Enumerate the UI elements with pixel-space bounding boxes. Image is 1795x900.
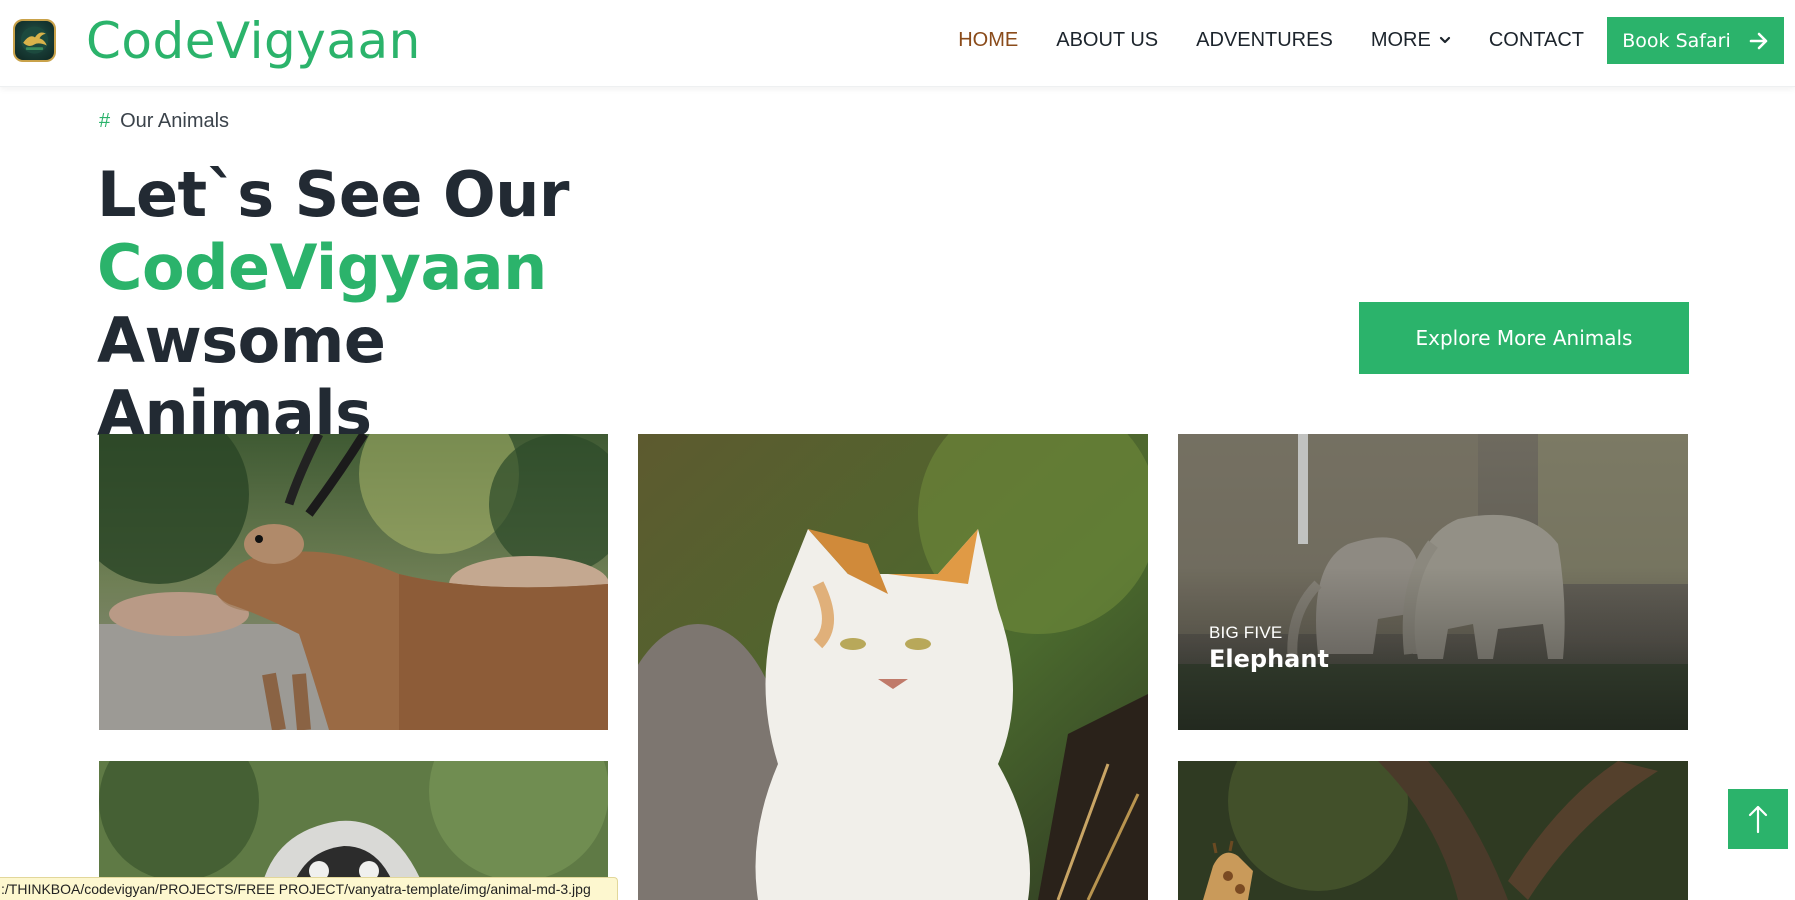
explore-more-animals-button[interactable]: Explore More Animals [1359,302,1689,374]
book-safari-label: Book Safari [1622,29,1731,52]
card-title: Elephant [1209,645,1329,673]
headline-part2: Awsome [97,304,386,377]
animal-card-antelope[interactable] [99,434,608,730]
nav-adventures[interactable]: ADVENTURES [1196,22,1333,58]
animal-card-cat[interactable] [638,434,1148,900]
headline-accent: CodeVigyaan [97,231,547,304]
antelope-photo [99,434,608,730]
nav-adventures-label: ADVENTURES [1196,29,1333,51]
elephant-caption: BIG FIVE Elephant [1209,623,1329,673]
arrow-up-icon [1748,805,1768,834]
eyebrow-text: Our Animals [120,110,230,132]
giraffe-photo [1178,761,1688,900]
main-nav: HOME ABOUT US ADVENTURES MORE CONTACT [920,22,1584,58]
safari-logo-icon[interactable] [13,19,56,62]
cat-photo [638,434,1148,900]
elephant-photo [1178,434,1688,730]
section-eyebrow: # Our Animals [99,110,229,133]
nav-about-us[interactable]: ABOUT US [1056,22,1158,58]
book-safari-button[interactable]: Book Safari [1607,17,1784,64]
nav-contact-label: CONTACT [1488,29,1584,51]
headline-part1: Let`s See Our [97,158,569,231]
nav-more-label: MORE [1370,29,1431,51]
nav-contact[interactable]: CONTACT [1489,22,1584,58]
chevron-down-icon [1439,36,1450,44]
nav-more-dropdown[interactable]: MORE [1371,22,1451,58]
nav-home[interactable]: HOME [958,22,1018,58]
brand-name[interactable]: CodeVigyaan [86,8,421,74]
nav-home-label: HOME [958,29,1019,51]
section-headline: Let`s See Our CodeVigyaan Awsome Animals [97,158,837,450]
explore-label: Explore More Animals [1415,326,1633,350]
card-category: BIG FIVE [1209,623,1283,642]
site-header: CodeVigyaan HOME ABOUT US ADVENTURES MOR… [0,0,1795,87]
arrow-right-icon [1749,32,1768,49]
animal-card-elephant[interactable]: BIG FIVE Elephant [1178,434,1688,730]
status-bar-url: :/THINKBOA/codevigyan/PROJECTS/FREE PROJ… [0,877,618,900]
back-to-top-button[interactable] [1728,789,1788,849]
animal-card-giraffe[interactable] [1178,761,1688,900]
nav-about-us-label: ABOUT US [1056,29,1159,51]
hash-icon: # [99,110,111,132]
